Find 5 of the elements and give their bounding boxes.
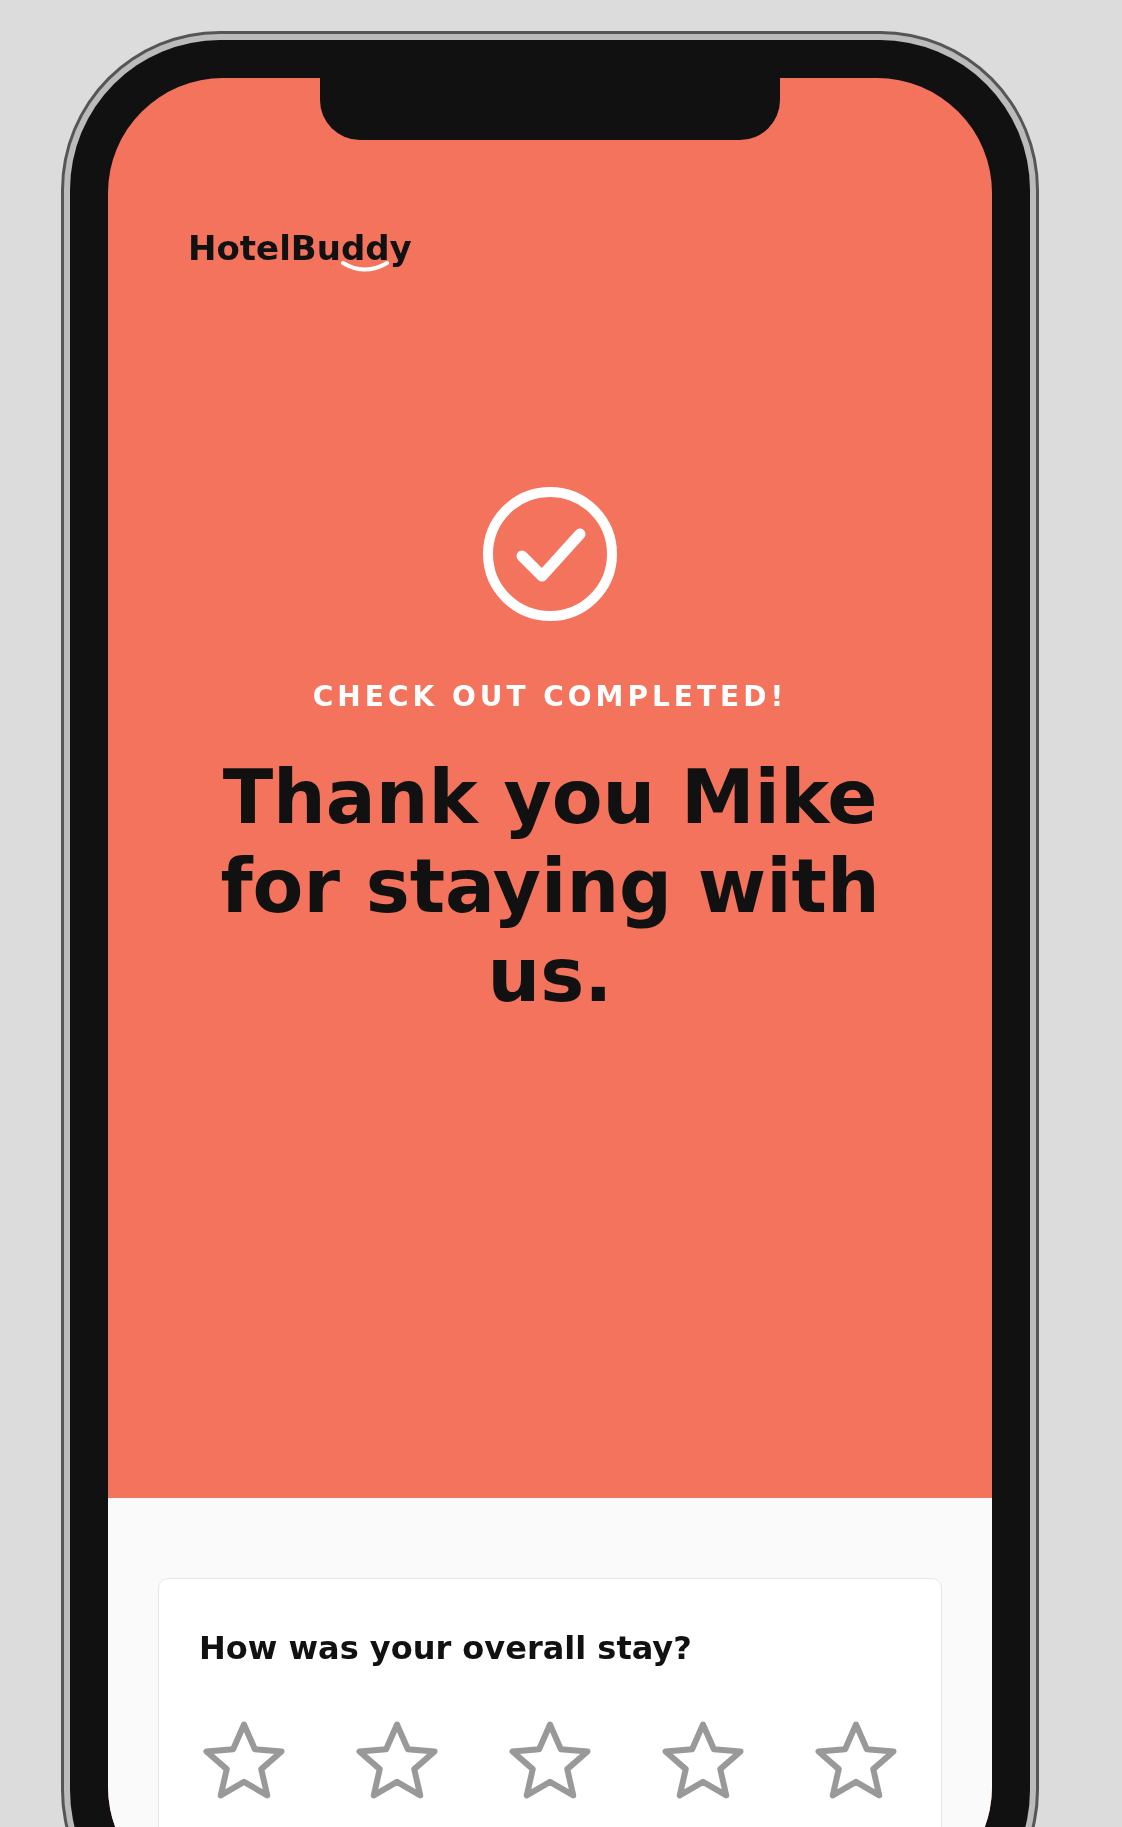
- check-circle-icon: [480, 484, 620, 624]
- thank-you-heading: Thank you Mike for staying with us.: [219, 753, 881, 1020]
- rating-question: How was your overall stay?: [199, 1629, 693, 1667]
- status-label: CHECK OUT COMPLETED!: [312, 680, 788, 713]
- brand-logo: HotelBuddy: [188, 228, 412, 274]
